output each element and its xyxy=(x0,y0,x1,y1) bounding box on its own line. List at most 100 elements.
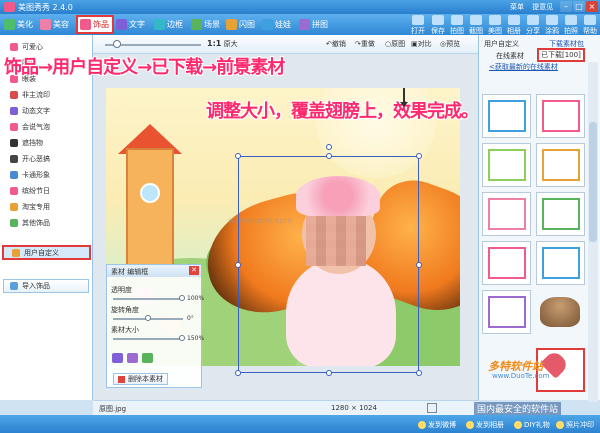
beautify-icon xyxy=(4,19,15,30)
photo-print-button[interactable]: 照片冲印 xyxy=(556,420,594,430)
category-item[interactable]: 开心恶搞 xyxy=(2,151,91,166)
rotation-slider-handle[interactable] xyxy=(145,315,151,321)
resize-handle[interactable] xyxy=(416,153,422,159)
import-accessory-button[interactable]: 导入饰品 xyxy=(3,279,89,293)
category-item[interactable]: 缤纷节日 xyxy=(2,183,91,198)
material-thumbnail[interactable] xyxy=(536,94,585,138)
resize-handle[interactable] xyxy=(326,370,332,376)
selection-box[interactable] xyxy=(238,156,419,373)
import-icon xyxy=(10,282,18,290)
maximize-icon[interactable]: □ xyxy=(573,1,585,12)
resize-handle[interactable] xyxy=(235,153,241,159)
tab-online-materials[interactable]: 在线素材 xyxy=(496,51,524,61)
redo-button[interactable]: ↷重做 xyxy=(355,39,375,49)
capture-button[interactable]: 拍图 xyxy=(447,15,467,36)
meitu-button[interactable]: 美图 xyxy=(485,15,505,36)
flip-vertical-icon[interactable] xyxy=(127,353,138,363)
share-weibo-button[interactable]: 发到微博 xyxy=(418,420,456,430)
category-item[interactable]: 非主流印 xyxy=(2,87,91,102)
resize-handle[interactable] xyxy=(416,262,422,268)
resize-handle[interactable] xyxy=(235,370,241,376)
zoom-actual-size-button[interactable]: 1:1 原大 xyxy=(207,39,238,49)
category-panel: 可爱心 配饰 眼装 非主流印 动态文字 会说气泡 遮挡物 开心恶搞 卡通形象 缤… xyxy=(0,35,93,400)
opacity-slider-handle[interactable] xyxy=(179,295,185,301)
category-item[interactable]: 遮挡物 xyxy=(2,135,91,150)
minimize-icon[interactable]: – xyxy=(560,1,572,12)
material-thumbnail[interactable] xyxy=(536,241,585,285)
resize-handle[interactable] xyxy=(416,370,422,376)
house-window xyxy=(140,183,160,203)
category-item-user-defined[interactable]: 用户自定义 xyxy=(2,245,91,260)
bubble-icon xyxy=(10,122,18,131)
resize-handle[interactable] xyxy=(326,153,332,159)
category-item[interactable]: 会说气泡 xyxy=(2,119,91,134)
tab-scene[interactable]: 场景 xyxy=(189,16,223,33)
copy-icon[interactable] xyxy=(142,353,153,363)
original-button[interactable]: ○原图 xyxy=(385,39,405,49)
heart-icon xyxy=(10,42,18,51)
size-slider[interactable] xyxy=(113,338,183,340)
tab-doll[interactable]: 娃娃 xyxy=(260,16,294,33)
tab-collage[interactable]: 拼图 xyxy=(297,16,331,33)
size-slider-handle[interactable] xyxy=(179,335,185,341)
material-thumbnail[interactable] xyxy=(536,143,585,187)
cover-icon xyxy=(10,138,18,147)
close-icon[interactable]: ✕ xyxy=(189,266,199,275)
material-scrollbar[interactable] xyxy=(588,62,598,402)
app-title: 美图秀秀 2.4.0 xyxy=(18,3,73,12)
compare-button[interactable]: ▣对比 xyxy=(411,39,432,49)
doodle-icon xyxy=(546,15,558,25)
category-item[interactable]: 卡通形象 xyxy=(2,167,91,182)
diy-gift-button[interactable]: DIY礼物 xyxy=(514,420,550,430)
tab-downloaded[interactable]: 已下载[100] xyxy=(537,48,585,62)
tab-accessories[interactable]: 饰品 xyxy=(76,15,114,34)
material-thumbnail[interactable] xyxy=(482,241,531,285)
category-item[interactable]: 可爱心 xyxy=(2,39,91,54)
delete-material-button[interactable]: 删除本素材 xyxy=(113,373,168,385)
zoom-slider-handle[interactable] xyxy=(113,40,121,48)
fetch-online-link[interactable]: <获取最新的在线素材 xyxy=(489,62,558,72)
close-icon[interactable]: × xyxy=(586,1,598,12)
screenshot-button[interactable]: 截图 xyxy=(466,15,486,36)
open-icon xyxy=(412,15,424,25)
save-button[interactable]: 保存 xyxy=(428,15,448,36)
category-item[interactable]: 其他饰品 xyxy=(2,215,91,230)
material-thumbnail[interactable] xyxy=(536,192,585,236)
flip-horizontal-icon[interactable] xyxy=(112,353,123,363)
material-thumbnail[interactable] xyxy=(482,94,531,138)
fit-screen-icon[interactable] xyxy=(427,403,437,413)
duote-url: www.DuoTe.com xyxy=(492,372,550,380)
open-button[interactable]: 打开 xyxy=(408,15,428,36)
stamp-icon xyxy=(10,90,18,99)
rotate-handle[interactable] xyxy=(326,144,332,150)
cartoon-icon xyxy=(10,170,18,179)
doodle-button[interactable]: 涂鸦 xyxy=(542,15,562,36)
tab-flash[interactable]: 闪图 xyxy=(224,16,258,33)
tab-cosmetic[interactable]: 美容 xyxy=(38,16,72,33)
delete-icon xyxy=(118,375,125,383)
resize-handle[interactable] xyxy=(235,262,241,268)
material-panel-header: 素材 编辑框 ✕ xyxy=(107,265,201,277)
tab-frame[interactable]: 边框 xyxy=(152,16,186,33)
menu-link[interactable]: 菜单 xyxy=(510,3,524,11)
undo-button[interactable]: ↶撤销 xyxy=(326,39,346,49)
share-album-button[interactable]: 发到相册 xyxy=(466,420,504,430)
share-button[interactable]: 分享 xyxy=(523,15,543,36)
album-button[interactable]: 相册 xyxy=(504,15,524,36)
help-button[interactable]: 帮助 xyxy=(580,15,600,36)
opacity-slider[interactable] xyxy=(113,298,183,300)
category-item[interactable]: 淘宝专用 xyxy=(2,199,91,214)
share-icon xyxy=(527,15,539,25)
material-thumbnail[interactable] xyxy=(482,290,531,334)
flash-icon xyxy=(226,19,237,30)
tab-text[interactable]: 文字 xyxy=(114,16,148,33)
image-dimensions: 1280 × 1024 xyxy=(331,404,377,412)
tab-beautify[interactable]: 美化 xyxy=(2,16,36,33)
material-thumbnail[interactable] xyxy=(482,143,531,187)
photo-button[interactable]: 拍照 xyxy=(561,15,581,36)
feedback-link[interactable]: 提意见 xyxy=(532,3,553,11)
material-thumbnail[interactable] xyxy=(482,192,531,236)
category-item[interactable]: 动态文字 xyxy=(2,103,91,118)
scrollbar-thumb[interactable] xyxy=(589,122,597,242)
preview-button[interactable]: ◎预览 xyxy=(440,39,460,49)
